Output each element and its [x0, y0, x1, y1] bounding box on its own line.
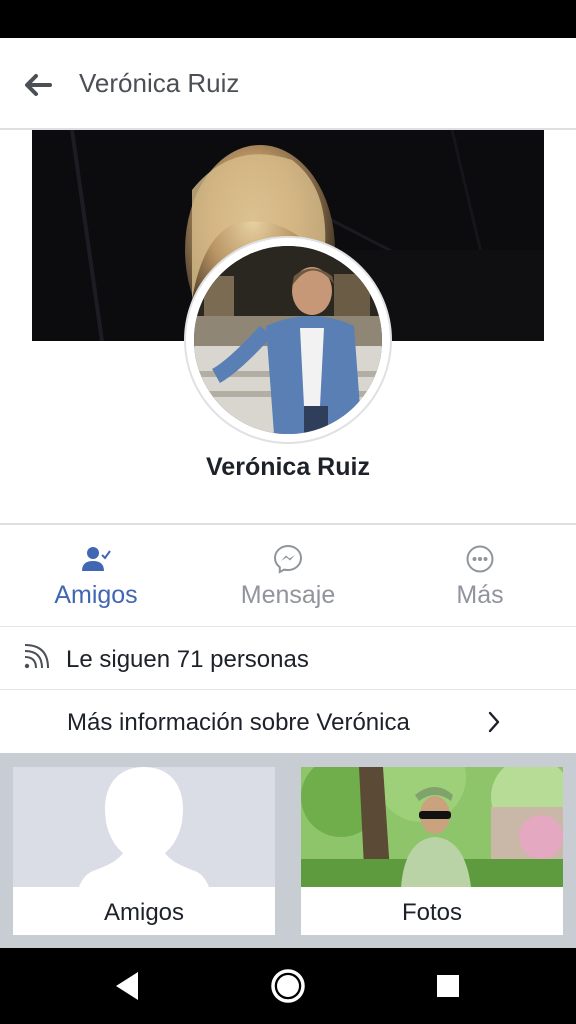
more-icon — [466, 545, 494, 573]
avatar-image — [194, 246, 382, 434]
friends-button-label: Amigos — [54, 581, 138, 609]
friends-button[interactable]: Amigos — [0, 525, 192, 626]
more-button-label: Más — [456, 581, 504, 609]
page-title: Verónica Ruiz — [79, 68, 240, 98]
messenger-icon — [273, 544, 303, 574]
message-button[interactable]: Mensaje — [192, 525, 384, 626]
back-nav-icon[interactable] — [108, 966, 148, 1006]
back-arrow-icon — [25, 74, 52, 96]
message-button-label: Mensaje — [240, 581, 336, 609]
default-avatar-icon — [13, 767, 275, 887]
more-info-text: Más información sobre Verónica — [67, 709, 410, 736]
photos-tile[interactable]: Fotos — [301, 767, 563, 935]
android-nav-bar — [0, 948, 576, 1024]
photos-tile-image — [301, 767, 563, 887]
followers-row: Le siguen 71 personas — [0, 626, 576, 689]
status-bar — [0, 0, 576, 38]
friends-tile-label: Amigos — [103, 899, 185, 926]
photo-thumbnail — [301, 767, 563, 887]
photos-tile-label: Fotos — [401, 899, 463, 926]
friends-tile-image — [13, 767, 275, 887]
profile-avatar[interactable] — [186, 238, 390, 442]
friends-check-icon — [82, 547, 111, 571]
profile-actions: Amigos Mensaje Más — [0, 525, 576, 626]
profile-name: Verónica Ruiz — [206, 453, 370, 481]
more-info-row[interactable]: Más información sobre Verónica — [0, 689, 576, 753]
recents-nav-icon[interactable] — [428, 966, 468, 1006]
app-bar: Verónica Ruiz — [0, 38, 576, 130]
followers-text: Le siguen 71 personas — [66, 646, 309, 673]
rss-icon — [24, 644, 49, 669]
back-button[interactable] — [18, 66, 58, 104]
more-button[interactable]: Más — [384, 525, 576, 626]
chevron-right-icon — [488, 711, 500, 733]
friends-tile[interactable]: Amigos — [13, 767, 275, 935]
home-nav-icon[interactable] — [268, 966, 308, 1006]
